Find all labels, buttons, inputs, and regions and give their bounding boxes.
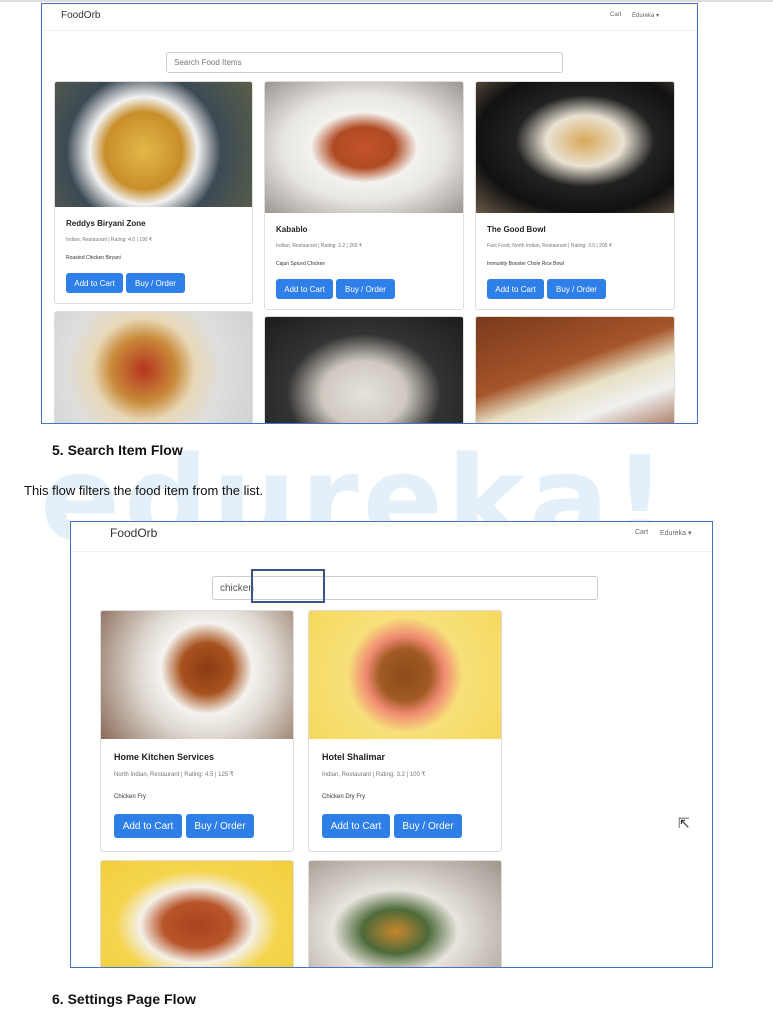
card-meta: Fast Food, North Indian, Restaurant | Ra… <box>487 243 613 249</box>
screenshot-home: FoodOrb Cart Edureka ▾ Search Food Items… <box>41 3 698 424</box>
card-meta: Indian, Restaurant | Rating: 4.0 | 190 ₹ <box>66 237 153 243</box>
navbar-divider <box>71 551 712 552</box>
add-to-cart-button[interactable]: Add to Cart <box>114 814 182 838</box>
buy-order-button[interactable]: Buy / Order <box>336 279 395 299</box>
search-placeholder: Search Food Items <box>174 58 242 67</box>
food-card <box>54 311 253 423</box>
nav-cart[interactable]: Cart <box>635 529 648 536</box>
food-card: Home Kitchen Services North Indian, Rest… <box>100 610 294 852</box>
navbar-divider <box>42 30 697 31</box>
food-card: The Good Bowl Fast Food, North Indian, R… <box>475 81 675 310</box>
food-card: Kabablo Indian, Restaurant | Rating: 3.2… <box>264 81 464 310</box>
food-card <box>100 860 294 967</box>
card-title: The Good Bowl <box>487 225 546 234</box>
nav-cart[interactable]: Cart <box>610 12 621 18</box>
food-card <box>264 316 464 423</box>
card-title: Reddys Biryani Zone <box>66 219 146 228</box>
card-dish: Immunity Booster Chole Rice Bowl <box>487 261 564 267</box>
buy-order-button[interactable]: Buy / Order <box>547 279 606 299</box>
card-title: Home Kitchen Services <box>114 752 215 762</box>
brand-logo[interactable]: FoodOrb <box>61 10 100 21</box>
card-meta: North Indian, Restaurant | Rating: 4.5 |… <box>114 772 234 778</box>
card-meta: Indian, Restaurant | Rating: 3.2 | 260 ₹ <box>276 243 363 249</box>
add-to-cart-button[interactable]: Add to Cart <box>487 279 544 299</box>
card-meta: Indian, Restaurant | Rating: 3.2 | 100 ₹ <box>322 772 426 778</box>
highlight-box <box>251 569 325 603</box>
section-text: This flow filters the food item from the… <box>24 483 264 498</box>
food-card: Reddys Biryani Zone Indian, Restaurant |… <box>54 81 253 304</box>
card-dish: Cajun Spiced Chicken <box>276 261 326 267</box>
section-heading: 6. Settings Page Flow <box>52 991 196 1007</box>
page-top-rule <box>0 0 773 2</box>
buy-order-button[interactable]: Buy / Order <box>126 273 185 293</box>
nav-user-dropdown[interactable]: Edureka ▾ <box>632 12 659 19</box>
food-card: Hotel Shalimar Indian, Restaurant | Rati… <box>308 610 502 852</box>
food-image <box>309 611 501 739</box>
food-image <box>476 82 674 213</box>
food-image <box>101 611 293 739</box>
card-title: Kabablo <box>276 225 308 234</box>
card-dish: Chicken Fry <box>114 794 147 800</box>
section-heading: 5. Search Item Flow <box>52 442 183 458</box>
food-card <box>308 860 502 967</box>
buy-order-button[interactable]: Buy / Order <box>394 814 462 838</box>
screenshot-search: FoodOrb Cart Edureka ▾ chicken Home Kitc… <box>70 521 713 968</box>
food-card <box>475 316 675 423</box>
mouse-cursor-icon: ⇱ <box>678 815 690 831</box>
add-to-cart-button[interactable]: Add to Cart <box>66 273 123 293</box>
buy-order-button[interactable]: Buy / Order <box>186 814 254 838</box>
add-to-cart-button[interactable]: Add to Cart <box>276 279 333 299</box>
search-input[interactable]: Search Food Items <box>166 52 563 73</box>
nav-user-dropdown[interactable]: Edureka ▾ <box>660 529 692 537</box>
card-dish: Chicken Dry Fry <box>322 794 366 800</box>
search-value: chicken <box>220 582 254 594</box>
add-to-cart-button[interactable]: Add to Cart <box>322 814 390 838</box>
food-image <box>265 82 463 213</box>
card-dish: Roasted Chicken Biryani <box>66 255 121 261</box>
food-image <box>55 82 252 207</box>
brand-logo[interactable]: FoodOrb <box>110 526 157 540</box>
card-title: Hotel Shalimar <box>322 752 386 762</box>
